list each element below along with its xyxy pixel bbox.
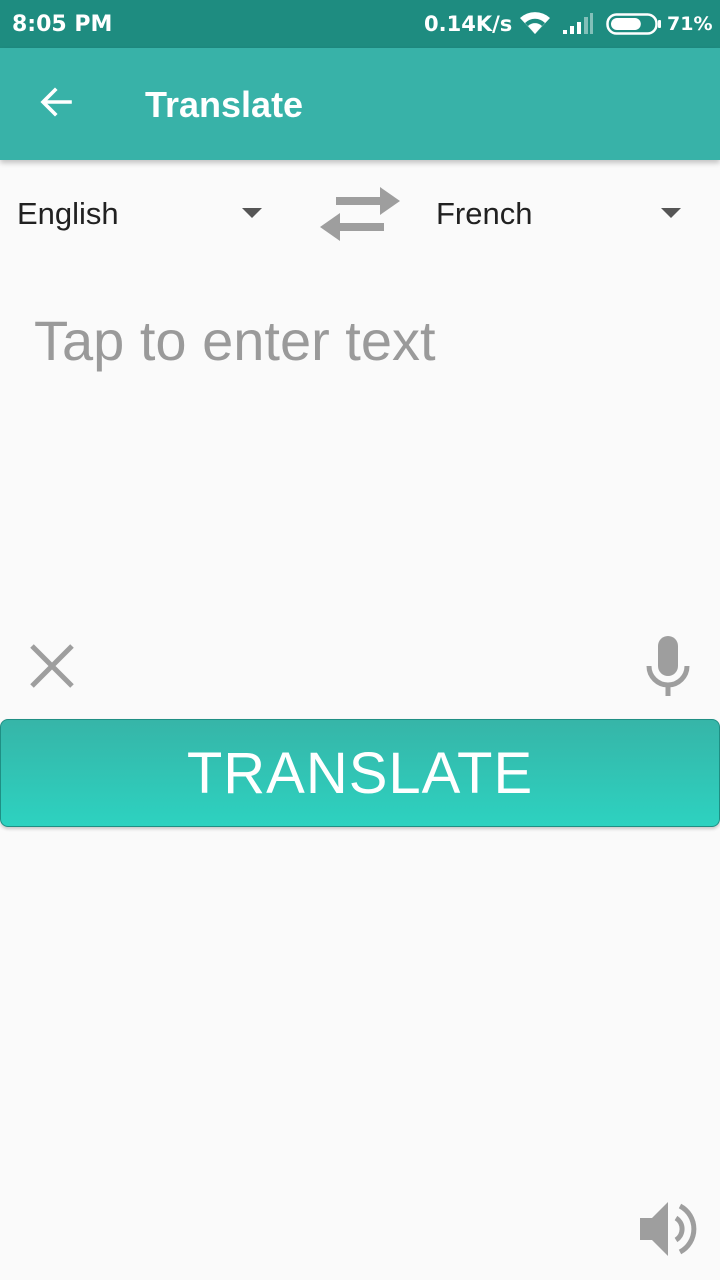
arrow-back-icon xyxy=(38,84,74,125)
status-time: 8:05 PM xyxy=(12,12,113,37)
chevron-down-icon xyxy=(661,208,681,218)
chevron-down-icon xyxy=(242,208,262,218)
mic-button[interactable] xyxy=(638,632,698,698)
target-language-dropdown[interactable]: French xyxy=(420,188,710,244)
target-language-label: French xyxy=(436,196,533,231)
mic-icon xyxy=(638,636,698,702)
source-language-dropdown[interactable]: English xyxy=(0,188,290,244)
network-speed: 0.14K/s xyxy=(424,12,513,36)
status-bar: 8:05 PM 0.14K/s 71% xyxy=(0,0,720,48)
battery-percent: 71% xyxy=(667,13,713,35)
source-language-label: English xyxy=(17,196,119,231)
close-icon xyxy=(24,644,80,698)
speaker-button[interactable] xyxy=(634,1196,700,1262)
battery-icon xyxy=(606,13,662,40)
swap-arrows-icon xyxy=(316,187,404,254)
app-bar: Translate xyxy=(0,48,720,160)
wifi-icon xyxy=(518,10,552,41)
translation-output xyxy=(30,850,690,1180)
page-title: Translate xyxy=(145,84,304,125)
translate-button[interactable]: TRANSLATE xyxy=(0,719,720,827)
clear-button[interactable] xyxy=(24,638,80,694)
back-button[interactable] xyxy=(28,76,84,132)
speaker-icon xyxy=(634,1202,700,1266)
swap-languages-button[interactable] xyxy=(316,178,404,250)
text-input[interactable] xyxy=(30,300,690,610)
signal-icon xyxy=(562,12,594,41)
